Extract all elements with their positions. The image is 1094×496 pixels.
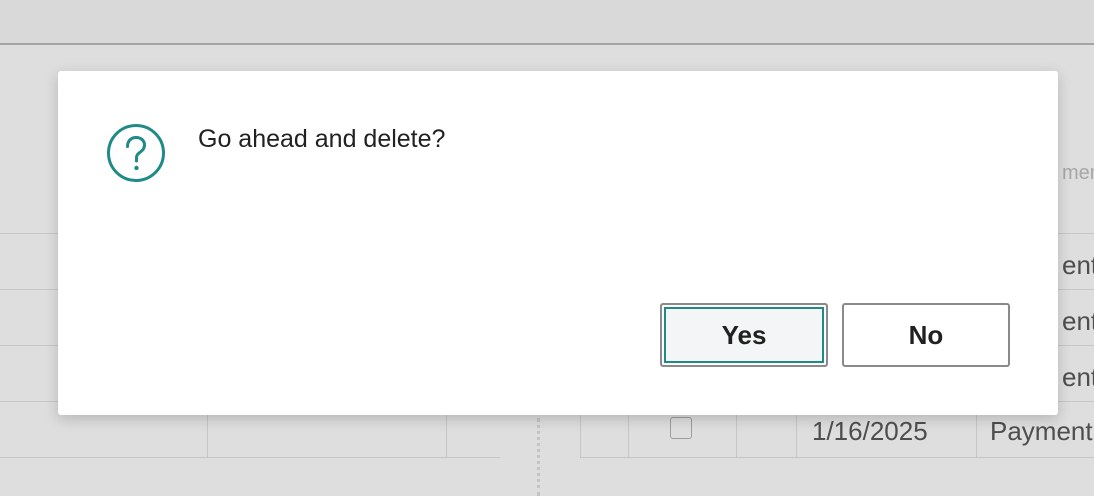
confirm-dialog: Go ahead and delete? Yes No xyxy=(58,71,1058,415)
row-type-cell: Payment xyxy=(990,416,1093,446)
top-bar xyxy=(0,0,1094,45)
row-checkbox[interactable] xyxy=(670,417,692,439)
no-button[interactable]: No xyxy=(842,303,1010,367)
question-circle-icon xyxy=(106,123,166,183)
row-date-cell: 1/16/2025 xyxy=(812,416,928,446)
app-screen: ment ent ent ent 1/16/2025 Payment Go ah… xyxy=(0,0,1094,496)
pane-splitter-handle[interactable] xyxy=(537,418,540,496)
column-header-type: ment xyxy=(1062,162,1094,184)
dialog-message: Go ahead and delete? xyxy=(198,125,446,153)
row-type-cell: ent xyxy=(1062,250,1094,280)
row-divider xyxy=(0,457,500,458)
row-type-cell: ent xyxy=(1062,306,1094,336)
yes-button[interactable]: Yes xyxy=(660,303,828,367)
row-type-cell: ent xyxy=(1062,362,1094,392)
row-divider xyxy=(580,457,1094,458)
